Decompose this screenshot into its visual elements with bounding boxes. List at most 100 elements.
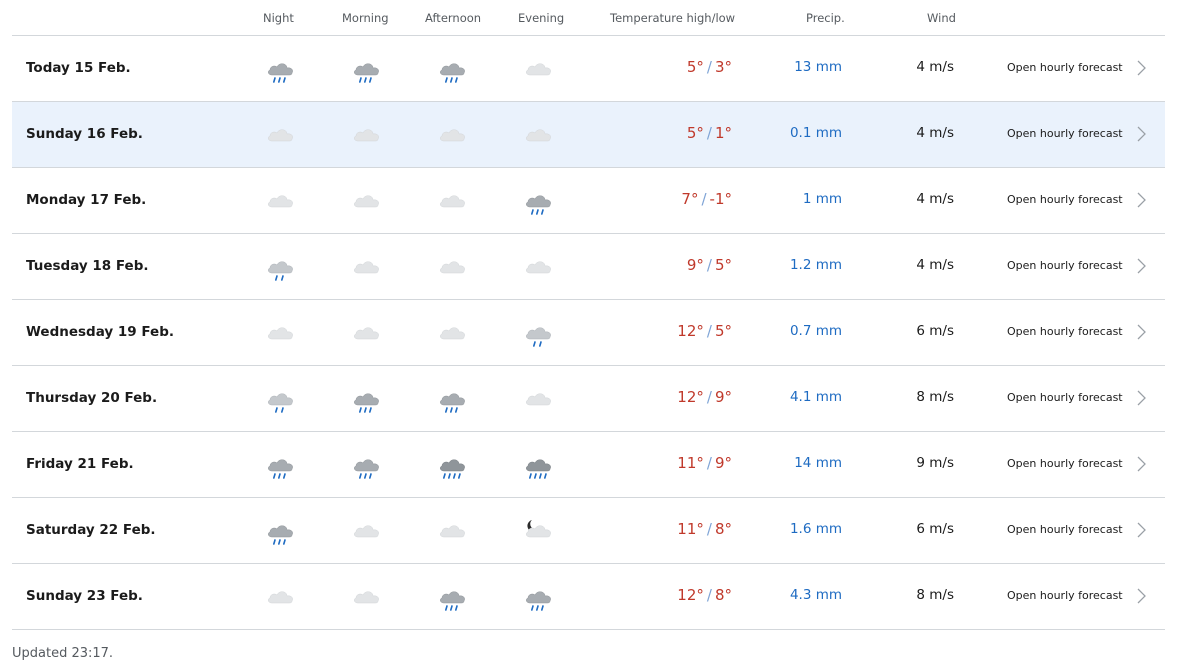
cloud-icon bbox=[350, 318, 384, 348]
temp-separator: / bbox=[706, 388, 712, 406]
chevron-right-icon[interactable] bbox=[1135, 587, 1147, 605]
cloud-icon bbox=[350, 120, 384, 150]
temp-separator: / bbox=[706, 454, 712, 472]
cloud-icon bbox=[264, 582, 298, 612]
day-label: Tuesday 18 Feb. bbox=[26, 258, 149, 274]
precip-cell: 1.6 mm bbox=[772, 498, 842, 564]
temp-low: -1° bbox=[709, 190, 732, 208]
table-row[interactable]: Today 15 Feb. 5°/3° 13 mm 4 m/s Open hourly … bbox=[12, 36, 1165, 102]
open-hourly-forecast-link[interactable]: Open hourly forecast bbox=[1007, 127, 1123, 140]
rain-cloud-icon bbox=[264, 450, 298, 480]
header-precip: Precip. bbox=[806, 11, 845, 25]
cloud-icon bbox=[264, 186, 298, 216]
temperature-cell: 12°/9° bbox=[602, 366, 732, 432]
chevron-right-icon[interactable] bbox=[1135, 125, 1147, 143]
wind-value: 4 m/s bbox=[916, 257, 954, 273]
open-hourly-forecast-link[interactable]: Open hourly forecast bbox=[1007, 523, 1123, 536]
cloud-icon bbox=[350, 582, 384, 612]
temp-low: 3° bbox=[714, 58, 732, 76]
temp-high: 12° bbox=[677, 322, 704, 340]
cloud-icon bbox=[522, 54, 556, 84]
open-hourly-forecast-link[interactable]: Open hourly forecast bbox=[1007, 589, 1123, 602]
cloud-icon bbox=[350, 252, 384, 282]
table-row[interactable]: Sunday 23 Feb. 12°/8° 4.3 mm 8 m/s Open hour… bbox=[12, 564, 1165, 630]
chevron-right-icon[interactable] bbox=[1135, 455, 1147, 473]
day-label: Saturday 22 Feb. bbox=[26, 522, 156, 538]
updated-timestamp: Updated 23:17. bbox=[12, 646, 114, 661]
wind-cell: 8 m/s bbox=[892, 366, 954, 432]
table-header: Night Morning Afternoon Evening Temperat… bbox=[12, 0, 1165, 36]
cloud-icon bbox=[436, 252, 470, 282]
temp-separator: / bbox=[706, 58, 712, 76]
precip-value: 0.7 mm bbox=[789, 323, 842, 339]
light-rain-cloud-icon bbox=[522, 318, 556, 348]
cloud-icon bbox=[350, 186, 384, 216]
precip-cell: 0.7 mm bbox=[772, 300, 842, 366]
temp-separator: / bbox=[706, 256, 712, 274]
precip-cell: 13 mm bbox=[772, 36, 842, 102]
chevron-right-icon[interactable] bbox=[1135, 191, 1147, 209]
cloud-icon bbox=[522, 120, 556, 150]
day-label: Thursday 20 Feb. bbox=[26, 390, 158, 406]
precip-value: 4.3 mm bbox=[789, 587, 842, 603]
header-evening: Evening bbox=[518, 11, 565, 25]
open-hourly-forecast-link[interactable]: Open hourly forecast bbox=[1007, 391, 1123, 404]
open-hourly-forecast-link[interactable]: Open hourly forecast bbox=[1007, 457, 1123, 470]
temperature-cell: 12°/8° bbox=[602, 564, 732, 630]
temperature-cell: 11°/9° bbox=[602, 432, 732, 498]
chevron-right-icon[interactable] bbox=[1135, 257, 1147, 275]
temp-high: 11° bbox=[677, 520, 704, 538]
table-row[interactable]: Friday 21 Feb. 11°/9° 14 mm 9 m/s Open hourl… bbox=[12, 432, 1165, 498]
day-label: Friday 21 Feb. bbox=[26, 456, 134, 472]
header-wind: Wind bbox=[927, 11, 956, 25]
wind-cell: 8 m/s bbox=[892, 564, 954, 630]
temp-low: 5° bbox=[714, 256, 732, 274]
heavy-rain-cloud-icon bbox=[436, 450, 470, 480]
open-hourly-forecast-link[interactable]: Open hourly forecast bbox=[1007, 325, 1123, 338]
chevron-right-icon[interactable] bbox=[1135, 521, 1147, 539]
table-row[interactable]: Thursday 20 Feb. 12°/9° 4.1 mm 8 m/s Open ho… bbox=[12, 366, 1165, 432]
chevron-right-icon[interactable] bbox=[1135, 389, 1147, 407]
chevron-right-icon[interactable] bbox=[1135, 323, 1147, 341]
rain-cloud-icon bbox=[350, 54, 384, 84]
wind-value: 4 m/s bbox=[916, 191, 954, 207]
temp-low: 5° bbox=[714, 322, 732, 340]
table-row[interactable]: Tuesday 18 Feb. 9°/5° 1.2 mm 4 m/s Open hour… bbox=[12, 234, 1165, 300]
wind-value: 4 m/s bbox=[916, 125, 954, 141]
light-rain-cloud-icon bbox=[264, 384, 298, 414]
precip-cell: 1.2 mm bbox=[772, 234, 842, 300]
table-row[interactable]: Sunday 16 Feb. 5°/1° 0.1 mm 4 m/s Open hourl… bbox=[12, 102, 1165, 168]
open-hourly-forecast-link[interactable]: Open hourly forecast bbox=[1007, 61, 1123, 74]
temp-high: 7° bbox=[681, 190, 699, 208]
rain-cloud-icon bbox=[522, 582, 556, 612]
temp-low: 1° bbox=[714, 124, 732, 142]
heavy-rain-cloud-icon bbox=[522, 450, 556, 480]
open-hourly-forecast-link[interactable]: Open hourly forecast bbox=[1007, 259, 1123, 272]
day-label: Sunday 16 Feb. bbox=[26, 126, 143, 142]
cloud-icon bbox=[436, 318, 470, 348]
table-row[interactable]: Monday 17 Feb. 7° / -1° 1 mm 4 m/s Open hourly… bbox=[12, 168, 1165, 234]
wind-value: 6 m/s bbox=[916, 521, 954, 537]
rain-cloud-icon bbox=[350, 450, 384, 480]
cloud-icon bbox=[522, 384, 556, 414]
rain-cloud-icon bbox=[436, 582, 470, 612]
wind-cell: 4 m/s bbox=[892, 234, 954, 300]
wind-cell: 4 m/s bbox=[892, 168, 954, 234]
temp-low: 8° bbox=[714, 520, 732, 538]
table-row[interactable]: Saturday 22 Feb. 11°/8° 1.6 mm 6 m/s Open ho… bbox=[12, 498, 1165, 564]
wind-cell: 6 m/s bbox=[892, 300, 954, 366]
chevron-right-icon[interactable] bbox=[1135, 59, 1147, 77]
precip-value: 14 mm bbox=[794, 455, 842, 471]
temp-high: 11° bbox=[677, 454, 704, 472]
rain-cloud-icon bbox=[350, 384, 384, 414]
temp-high: 12° bbox=[677, 388, 704, 406]
cloud-icon bbox=[436, 516, 470, 546]
precip-value: 1.2 mm bbox=[789, 257, 842, 273]
light-rain-cloud-icon bbox=[264, 252, 298, 282]
precip-value: 4.1 mm bbox=[789, 389, 842, 405]
table-row[interactable]: Wednesday 19 Feb. 12°/5° 0.7 mm 6 m/s Open h… bbox=[12, 300, 1165, 366]
open-hourly-forecast-link[interactable]: Open hourly forecast bbox=[1007, 193, 1123, 206]
rain-cloud-icon bbox=[436, 54, 470, 84]
rain-cloud-icon bbox=[264, 516, 298, 546]
header-morning: Morning bbox=[342, 11, 389, 25]
